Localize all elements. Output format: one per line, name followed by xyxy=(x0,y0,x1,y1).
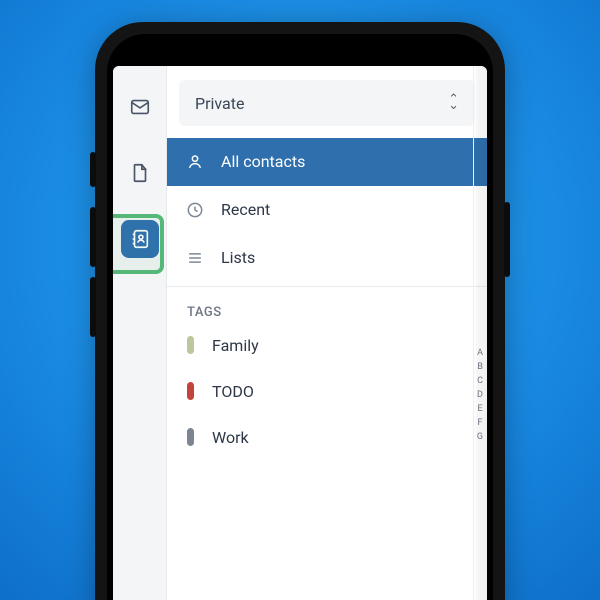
tag-color-icon xyxy=(187,336,194,354)
chevron-updown-icon: ⌃⌄ xyxy=(448,97,459,109)
address-book-icon xyxy=(129,228,151,250)
background-list-sliver: A B C D E F G xyxy=(473,66,487,600)
alpha-index: A B C D E F G xyxy=(475,346,485,444)
tag-color-icon xyxy=(187,428,194,446)
phone-side-button xyxy=(90,207,96,267)
tag-todo[interactable]: TODO xyxy=(167,368,487,414)
menu-label: Lists xyxy=(221,248,255,267)
nav-files[interactable] xyxy=(121,154,159,192)
file-icon xyxy=(129,162,151,184)
phone-frame: Private ⌃⌄ All contacts xyxy=(95,22,505,600)
dropdown-selected-label: Private xyxy=(195,94,244,113)
contacts-panel: Private ⌃⌄ All contacts xyxy=(167,66,487,600)
menu-lists[interactable]: Lists xyxy=(167,234,487,282)
mail-icon xyxy=(129,96,151,118)
tag-work[interactable]: Work xyxy=(167,414,487,460)
tag-label: TODO xyxy=(212,382,254,401)
list-icon xyxy=(185,248,205,268)
addressbook-dropdown[interactable]: Private ⌃⌄ xyxy=(179,80,475,126)
person-icon xyxy=(185,152,205,172)
clock-icon xyxy=(185,200,205,220)
menu-label: All contacts xyxy=(221,152,305,171)
nav-rail xyxy=(113,66,167,600)
tag-label: Family xyxy=(212,336,259,355)
menu-label: Recent xyxy=(221,200,270,219)
tag-color-icon xyxy=(187,382,194,400)
phone-notch xyxy=(215,34,385,62)
menu-all-contacts[interactable]: All contacts xyxy=(167,138,487,186)
nav-mail[interactable] xyxy=(121,88,159,126)
tags-section-label: TAGS xyxy=(167,287,487,322)
phone-side-button xyxy=(90,152,96,187)
menu-recent[interactable]: Recent xyxy=(167,186,487,234)
nav-contacts[interactable] xyxy=(121,220,159,258)
app-screen: Private ⌃⌄ All contacts xyxy=(113,66,487,600)
phone-side-button xyxy=(90,277,96,337)
tag-family[interactable]: Family xyxy=(167,322,487,368)
phone-side-button xyxy=(504,202,510,277)
tag-label: Work xyxy=(212,428,249,447)
